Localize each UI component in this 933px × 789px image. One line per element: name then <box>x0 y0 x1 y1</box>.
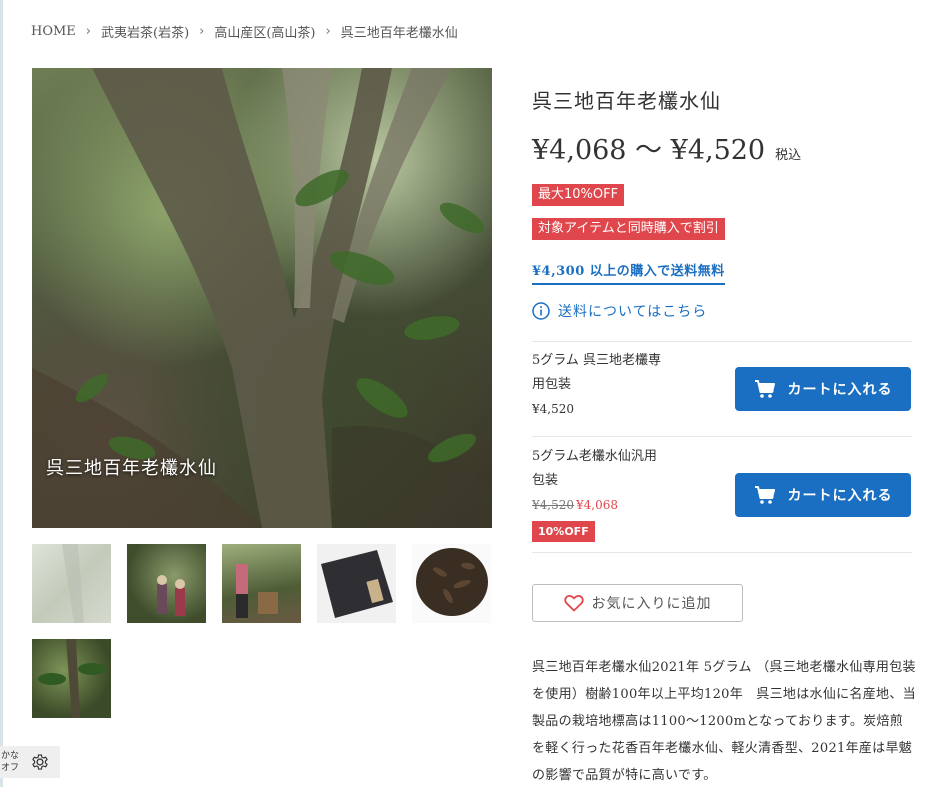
thumbnail-package-illustration <box>321 550 393 618</box>
add-to-cart-button-1[interactable]: カートに入れる <box>735 367 911 411</box>
cart-icon <box>754 486 775 504</box>
thumbnail-5[interactable] <box>412 544 491 623</box>
product-title: 呉三地百年老欉水仙 <box>532 89 721 113</box>
max-discount-badge: 最大10%OFF <box>532 184 625 206</box>
cart-icon <box>754 380 775 398</box>
variant-2-name: 5グラム老欉水仙汎用包装 <box>532 449 657 488</box>
chevron-right-icon: › <box>199 24 205 39</box>
kana-label-line-1: かな <box>1 751 20 761</box>
bundle-discount-badge[interactable]: 対象アイテムと同時購入で割引 <box>532 218 725 240</box>
variant-2-sale-price: ¥4,068 <box>576 498 618 512</box>
breadcrumb: HOME › 武夷岩茶(岩茶) › 高山産区(高山茶) › 呉三地百年老欉水仙 <box>31 22 458 41</box>
breadcrumb-home[interactable]: HOME <box>31 24 76 39</box>
thumbnail-2[interactable] <box>127 544 206 623</box>
price-range: ¥4,068 〜 ¥4,520 税込 <box>532 128 801 167</box>
free-shipping-notice: ¥4,300 以上の購入で送料無料 <box>532 260 725 285</box>
variant-1-price: ¥4,520 <box>532 402 574 416</box>
add-to-cart-label: カートに入れる <box>787 488 893 504</box>
breadcrumb-subcategory[interactable]: 高山産区(高山茶) <box>214 22 315 41</box>
shipping-info-link[interactable]: 送料についてはこちら <box>532 301 707 321</box>
chevron-right-icon: › <box>85 24 91 39</box>
main-product-image[interactable]: 呉三地百年老欉水仙 <box>32 68 492 528</box>
variant-2-price: ¥4,520 ¥4,068 <box>532 498 618 512</box>
info-icon <box>532 302 550 320</box>
variant-1-name: 5グラム 呉三地老欉専用包装 <box>532 353 662 392</box>
divider <box>532 341 912 342</box>
variant-2-old-price: ¥4,520 <box>532 498 574 512</box>
thumbnail-6[interactable] <box>32 639 111 718</box>
add-to-favorites-button[interactable]: お気に入りに追加 <box>532 584 743 622</box>
thumbnail-tree-illustration <box>62 544 84 623</box>
thumbnail-worker-illustration <box>236 564 278 618</box>
main-image-caption: 呉三地百年老欉水仙 <box>46 458 217 479</box>
tax-label: 税込 <box>775 148 802 163</box>
heart-icon <box>563 594 584 612</box>
thumbnail-3[interactable] <box>222 544 301 623</box>
add-to-cart-label: カートに入れる <box>787 382 893 398</box>
price-range-value: ¥4,068 〜 ¥4,520 <box>532 135 766 166</box>
breadcrumb-category[interactable]: 武夷岩茶(岩茶) <box>101 22 189 41</box>
gear-icon[interactable] <box>30 752 50 772</box>
kana-label-line-2: オフ <box>1 763 20 773</box>
divider <box>532 552 912 553</box>
chevron-right-icon: › <box>325 24 331 39</box>
thumbnail-tea-leaves-illustration <box>416 548 488 616</box>
kana-toggle-label: かな オフ <box>0 750 23 774</box>
divider <box>532 436 912 437</box>
add-to-cart-button-2[interactable]: カートに入れる <box>735 473 911 517</box>
product-description: 呉三地百年老欉水仙2021年 5グラム （呉三地老欉水仙専用包装を使用）樹齢10… <box>532 660 916 783</box>
thumbnail-4[interactable] <box>317 544 396 623</box>
thumbnail-forest-illustration <box>38 639 106 718</box>
shipping-info-label: 送料についてはこちら <box>558 304 708 320</box>
variant-2-discount-badge: 10%OFF <box>532 521 595 542</box>
left-edge-strip <box>0 0 3 787</box>
thumbnail-pickers-illustration <box>157 575 185 616</box>
thumbnail-1[interactable] <box>32 544 111 623</box>
add-to-favorites-label: お気に入りに追加 <box>591 596 712 612</box>
kana-toggle-widget[interactable]: かな オフ <box>0 746 60 778</box>
breadcrumb-current: 呉三地百年老欉水仙 <box>340 26 458 41</box>
